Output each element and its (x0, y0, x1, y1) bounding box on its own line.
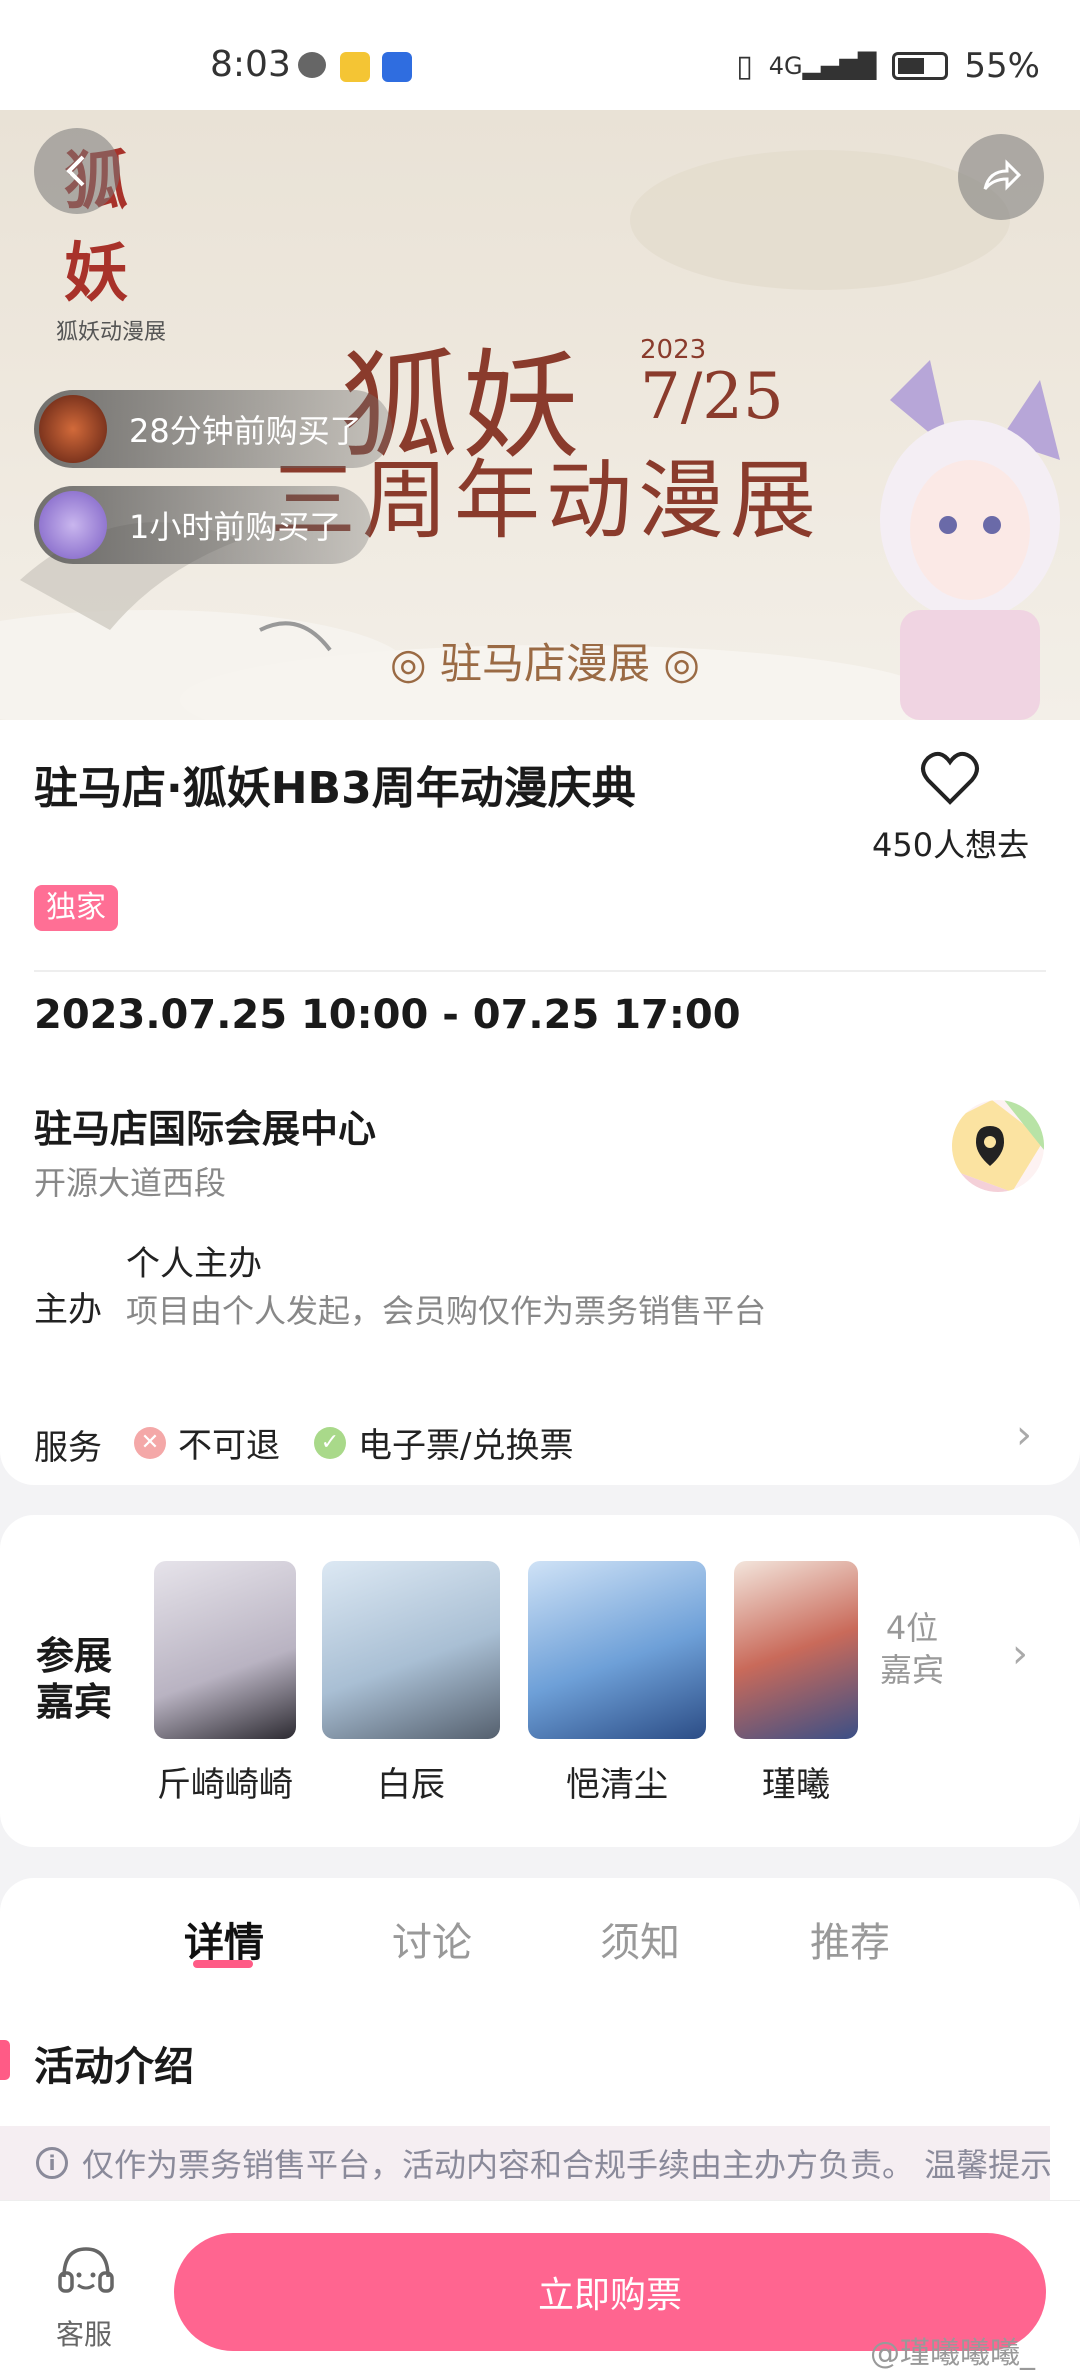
guest-name: 斤崎崎崎 (157, 1765, 293, 1805)
status-time: 8:03 (210, 44, 291, 85)
event-datetime: 2023.07.25 10:00 - 07.25 17:00 (34, 992, 741, 1038)
guest-item[interactable]: 瑾曦 (734, 1561, 858, 1806)
wish-heart-icon[interactable] (920, 750, 980, 806)
watermark: @瑾曦曦曦_ (870, 2336, 1035, 2371)
guest-photo (322, 1561, 500, 1739)
guest-name: 瑾曦 (762, 1765, 830, 1805)
banner-character-illustration (880, 360, 1060, 720)
cross-icon: ✕ (134, 1426, 166, 1459)
section-title: 活动介绍 (34, 2044, 194, 2090)
guests-label: 参展 嘉宾 (36, 1634, 113, 1724)
service-label: 服务 (34, 1428, 102, 1468)
service-chevron-icon[interactable]: › (1016, 1412, 1032, 1458)
guests-chevron-icon[interactable]: › (1012, 1631, 1028, 1677)
guest-photo (528, 1561, 706, 1739)
status-right: ▯ 4G▂▄▆█ 55% (736, 46, 1040, 86)
active-tab-indicator (193, 1960, 253, 1968)
check-icon: ✓ (314, 1426, 346, 1459)
signal-icon: 4G▂▄▆█ (768, 52, 877, 80)
tab-recommend[interactable]: 推荐 (810, 1910, 890, 1968)
info-icon: i (36, 2147, 68, 2179)
map-icon[interactable] (952, 1100, 1044, 1192)
guests-card[interactable]: 参展 嘉宾 斤崎崎崎 白辰 悒清尘 瑾曦 4位 嘉宾 › (0, 1515, 1080, 1847)
exclusive-badge: 独家 (34, 885, 118, 931)
banner-date: 7/25 (640, 360, 784, 434)
wish-count: 450人想去 (872, 826, 1030, 864)
app-icon (382, 52, 412, 82)
divider (34, 970, 1046, 972)
organizer-label: 主办 (34, 1290, 102, 1330)
customer-service-icon[interactable] (56, 2243, 116, 2303)
organizer-name: 个人主办 (126, 1244, 262, 1284)
battery-level: 55% (964, 46, 1040, 86)
guest-item[interactable]: 悒清尘 (528, 1561, 706, 1806)
map-pin-icon (952, 1100, 1044, 1192)
share-icon (983, 159, 1022, 191)
wechat-icon (298, 52, 326, 78)
venue-name[interactable]: 驻马店国际会展中心 (34, 1098, 376, 1153)
guest-item[interactable]: 斤崎崎崎 (136, 1561, 314, 1806)
service-item-ticket: ✓ 电子票/兑换票 (314, 1418, 573, 1467)
guest-name: 悒清尘 (566, 1765, 668, 1805)
recent-buyer-toast: 1小时前购买了 (34, 486, 372, 564)
recent-buyer-toast: 28分钟前购买了 (34, 390, 392, 468)
buyer-avatar (39, 491, 107, 559)
buyer-text: 1小时前购买了 (129, 508, 342, 546)
chevron-left-icon (66, 155, 85, 187)
guest-photo (734, 1561, 858, 1739)
guest-photo (154, 1561, 296, 1739)
tab-notice[interactable]: 须知 (600, 1910, 680, 1968)
tab-discussion[interactable]: 讨论 (392, 1910, 472, 1968)
customer-service-label[interactable]: 客服 (56, 2313, 112, 2353)
battery-icon (892, 52, 949, 80)
share-button[interactable] (958, 134, 1044, 220)
notice-banner: i 仅作为票务销售平台，活动内容和合规手续由主办方负责。 温馨提示 (0, 2126, 1050, 2200)
guest-item[interactable]: 白辰 (322, 1561, 500, 1806)
notice-text: 仅作为票务销售平台，活动内容和合规手续由主办方负责。 温馨提示 (82, 2146, 1050, 2184)
service-item-refund: ✕ 不可退 (134, 1418, 280, 1467)
event-info-card: 驻马店·狐妖HB3周年动漫庆典 450人想去 独家 2023.07.25 10:… (0, 720, 1080, 1485)
section-accent-bar (0, 2040, 10, 2080)
event-banner: 狐妖 狐妖动漫展 狐妖 2023 7/25 三周年动漫展 ◎ 驻马店漫展 ◎ 2… (0, 110, 1080, 720)
organizer-description: 项目由个人发起，会员购仅作为票务销售平台 (126, 1292, 767, 1330)
banner-caption: ◎ 驻马店漫展 ◎ (390, 639, 700, 688)
event-title: 驻马店·狐妖HB3周年动漫庆典 (34, 763, 636, 814)
buyer-text: 28分钟前购买了 (129, 412, 362, 450)
buyer-avatar (39, 395, 107, 463)
weibo-icon (340, 52, 370, 82)
venue-address: 开源大道西段 (34, 1164, 227, 1202)
status-bar: 8:03 ▯ 4G▂▄▆█ 55% (0, 0, 1080, 110)
back-button[interactable] (34, 128, 120, 214)
more-guests[interactable]: 4位 嘉宾 (880, 1607, 944, 1691)
vibrate-icon: ▯ (736, 48, 753, 84)
guest-name: 白辰 (377, 1765, 445, 1805)
